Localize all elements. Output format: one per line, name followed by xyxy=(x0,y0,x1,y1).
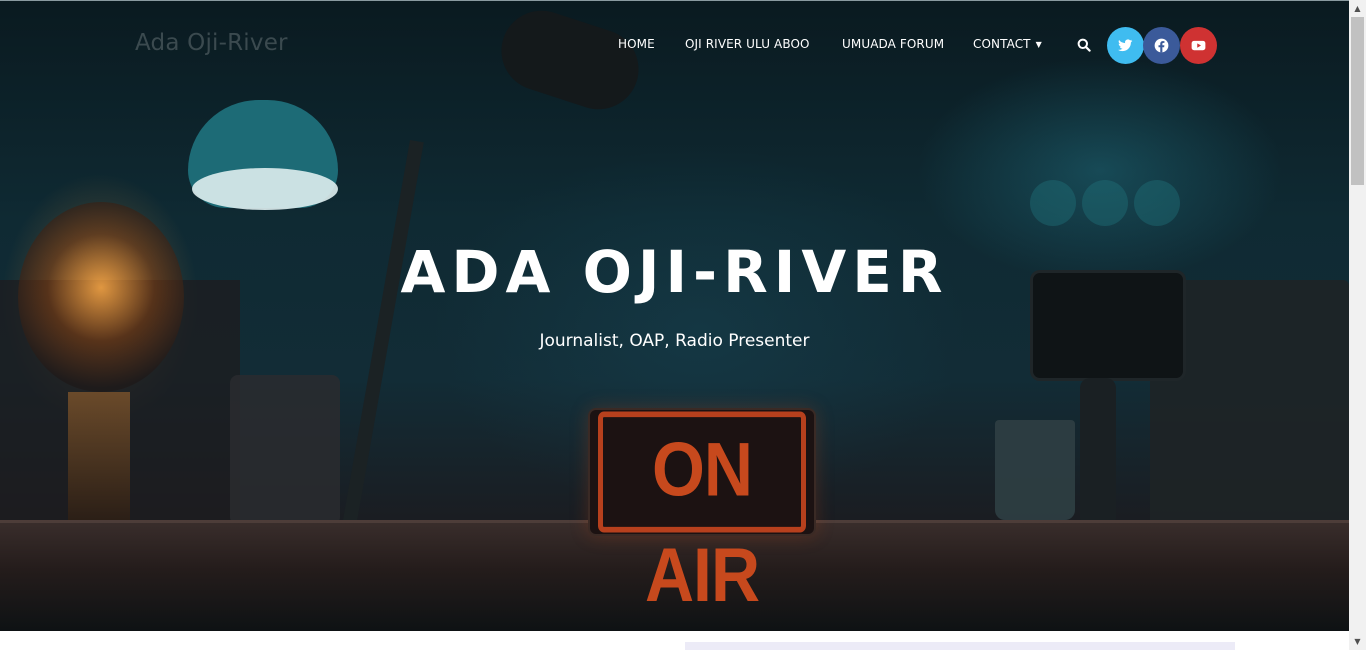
youtube-button[interactable] xyxy=(1180,27,1217,64)
youtube-icon xyxy=(1191,40,1206,51)
nav-item-label: CONTACT xyxy=(973,37,1031,51)
scroll-up-arrow-icon[interactable]: ▲ xyxy=(1349,0,1366,17)
microphone-image xyxy=(491,0,649,120)
scroll-down-arrow-icon[interactable]: ▼ xyxy=(1349,633,1366,650)
chevron-down-icon: ▼ xyxy=(1035,40,1042,49)
background-light xyxy=(1082,180,1128,226)
nav-item-contact[interactable]: CONTACT ▼ xyxy=(973,37,1042,51)
facebook-button[interactable] xyxy=(1143,27,1180,64)
lamp-glow xyxy=(192,168,338,210)
search-icon[interactable] xyxy=(1077,38,1091,52)
nav-item-oji-river-ulu-aboo[interactable]: OJI RIVER ULU ABOO xyxy=(685,37,810,51)
monitor-image xyxy=(230,375,340,525)
nav-item-label: UMUADA FORUM xyxy=(842,37,945,51)
nav-item-umuada-forum[interactable]: UMUADA FORUM xyxy=(842,37,944,51)
twitter-button[interactable] xyxy=(1107,27,1144,64)
top-border xyxy=(0,0,1349,1)
tripod-image xyxy=(1080,378,1116,528)
background-light xyxy=(1030,180,1076,226)
hero-subtitle: Journalist, OAP, Radio Presenter xyxy=(539,331,810,351)
nav-item-label: OJI RIVER ULU ABOO xyxy=(685,37,810,51)
hero-title: ADA OJI-RIVER xyxy=(400,238,949,306)
hero-section: ON AIR Ada Oji-River HOME OJI RIVER ULU … xyxy=(0,0,1349,631)
background-light xyxy=(1134,180,1180,226)
content-preview-box xyxy=(685,642,1235,650)
cup-image xyxy=(995,420,1075,520)
on-air-sign: ON AIR xyxy=(588,408,816,618)
nav-item-home[interactable]: HOME xyxy=(618,37,655,51)
site-title[interactable]: Ada Oji-River xyxy=(135,30,288,56)
twitter-icon xyxy=(1118,39,1133,52)
bulb-base-image xyxy=(68,392,130,522)
on-air-sign-text: ON AIR xyxy=(598,411,806,618)
scrollbar-thumb[interactable] xyxy=(1351,17,1364,185)
facebook-icon xyxy=(1154,38,1169,53)
nav-item-label: HOME xyxy=(618,37,655,51)
